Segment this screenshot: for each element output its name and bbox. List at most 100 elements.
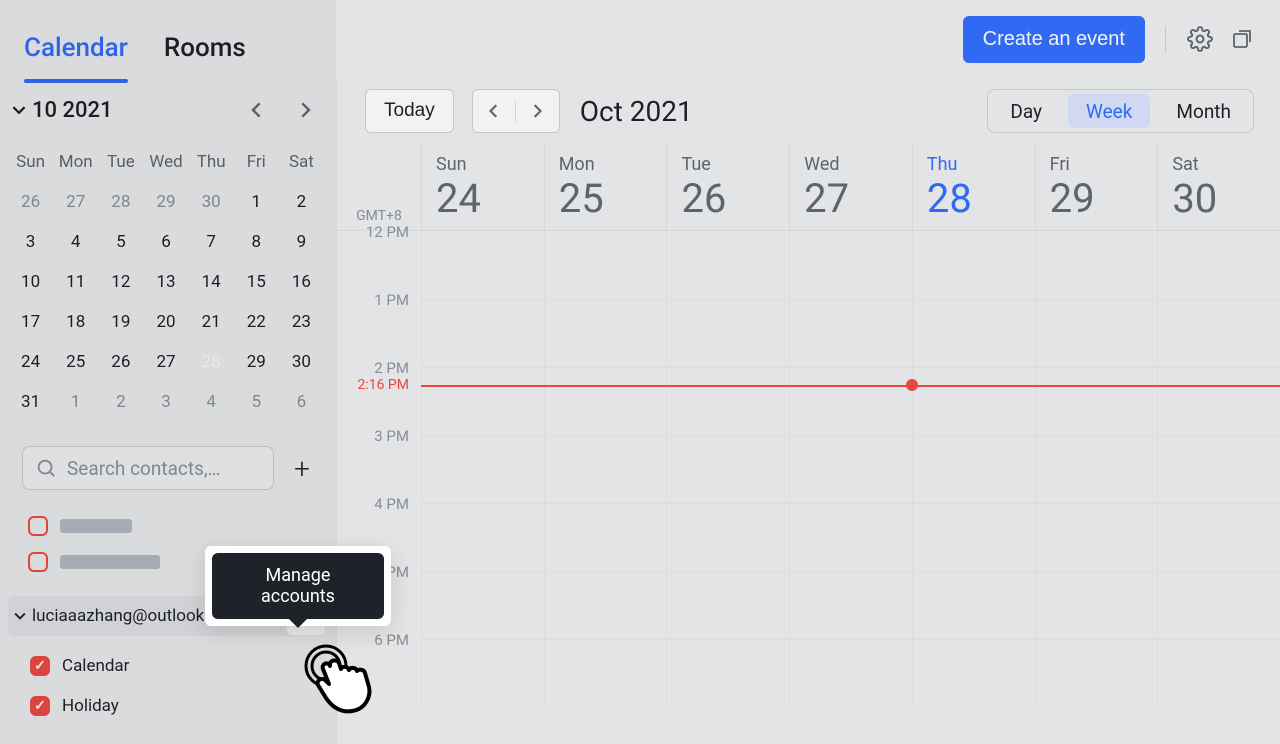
calendar-item[interactable] <box>28 508 314 544</box>
add-calendar-button[interactable]: + <box>288 454 316 482</box>
day-column-header[interactable]: Wed27 <box>789 144 912 230</box>
time-cell[interactable] <box>789 640 912 707</box>
time-cell[interactable] <box>421 368 544 435</box>
time-cell[interactable] <box>544 368 667 435</box>
subcalendar-item[interactable]: Calendar <box>30 646 324 686</box>
mini-day[interactable]: 24 <box>8 342 53 382</box>
mini-day[interactable]: 5 <box>234 382 279 422</box>
mini-day[interactable]: 2 <box>279 182 324 222</box>
time-cell[interactable] <box>1035 572 1158 639</box>
prev-week-button[interactable] <box>473 104 516 118</box>
mini-day[interactable]: 21 <box>189 302 234 342</box>
time-cell[interactable] <box>544 504 667 571</box>
time-cell[interactable] <box>1157 436 1280 503</box>
mini-day[interactable]: 25 <box>53 342 98 382</box>
time-cell[interactable] <box>544 300 667 367</box>
time-cell[interactable] <box>666 436 789 503</box>
time-cell[interactable] <box>544 231 667 299</box>
today-button[interactable]: Today <box>365 89 454 133</box>
day-column-header[interactable]: Sat30 <box>1157 144 1280 230</box>
time-cell[interactable] <box>1157 504 1280 571</box>
create-event-button[interactable]: Create an event <box>963 16 1145 63</box>
tab-calendar[interactable]: Calendar <box>24 15 128 63</box>
time-cell[interactable] <box>912 368 1035 435</box>
mini-day[interactable]: 23 <box>279 302 324 342</box>
time-cell[interactable] <box>912 572 1035 639</box>
mini-day[interactable]: 30 <box>279 342 324 382</box>
mini-day[interactable]: 26 <box>8 182 53 222</box>
day-column-header[interactable]: Fri29 <box>1035 144 1158 230</box>
mini-day[interactable]: 31 <box>8 382 53 422</box>
settings-icon[interactable] <box>1186 25 1214 53</box>
tab-rooms[interactable]: Rooms <box>164 15 246 63</box>
mini-day[interactable]: 8 <box>234 222 279 262</box>
time-cell[interactable] <box>1035 436 1158 503</box>
time-cell[interactable] <box>912 640 1035 707</box>
time-cell[interactable] <box>421 436 544 503</box>
mini-day[interactable]: 12 <box>98 262 143 302</box>
mini-day[interactable]: 7 <box>189 222 234 262</box>
time-cell[interactable] <box>544 436 667 503</box>
mini-day[interactable]: 22 <box>234 302 279 342</box>
view-week[interactable]: Week <box>1068 94 1150 128</box>
mini-day[interactable]: 27 <box>53 182 98 222</box>
mini-day[interactable]: 9 <box>279 222 324 262</box>
view-month[interactable]: Month <box>1154 90 1253 132</box>
mini-day[interactable]: 20 <box>143 302 188 342</box>
mini-day[interactable]: 5 <box>98 222 143 262</box>
mini-day[interactable]: 28 <box>189 342 234 382</box>
view-day[interactable]: Day <box>988 90 1064 132</box>
mini-day[interactable]: 14 <box>189 262 234 302</box>
mini-prev-month[interactable] <box>242 95 272 125</box>
popout-icon[interactable] <box>1228 25 1256 53</box>
day-column-header[interactable]: Sun24 <box>421 144 544 230</box>
time-cell[interactable] <box>1157 640 1280 707</box>
mini-day[interactable]: 18 <box>53 302 98 342</box>
time-cell[interactable] <box>789 368 912 435</box>
mini-day[interactable]: 30 <box>189 182 234 222</box>
time-cell[interactable] <box>1035 231 1158 299</box>
time-cell[interactable] <box>421 300 544 367</box>
mini-day[interactable]: 1 <box>234 182 279 222</box>
time-cell[interactable] <box>789 572 912 639</box>
mini-day[interactable]: 2 <box>98 382 143 422</box>
time-cell[interactable] <box>666 504 789 571</box>
time-cell[interactable] <box>1035 640 1158 707</box>
time-cell[interactable] <box>421 572 544 639</box>
time-cell[interactable] <box>666 572 789 639</box>
subcalendar-item[interactable]: Holiday <box>30 686 324 726</box>
time-cell[interactable] <box>912 300 1035 367</box>
time-cell[interactable] <box>544 572 667 639</box>
mini-day[interactable]: 29 <box>234 342 279 382</box>
time-cell[interactable] <box>666 300 789 367</box>
time-cell[interactable] <box>789 436 912 503</box>
time-cell[interactable] <box>421 231 544 299</box>
day-column-header[interactable]: Mon25 <box>544 144 667 230</box>
account-collapse-toggle[interactable] <box>10 605 30 627</box>
time-cell[interactable] <box>912 436 1035 503</box>
day-column-header[interactable]: Thu28 <box>912 144 1035 230</box>
time-cell[interactable] <box>1157 231 1280 299</box>
mini-next-month[interactable] <box>290 95 320 125</box>
mini-day[interactable]: 17 <box>8 302 53 342</box>
mini-day[interactable]: 19 <box>98 302 143 342</box>
time-cell[interactable] <box>666 640 789 707</box>
time-cell[interactable] <box>1157 300 1280 367</box>
mini-day[interactable]: 6 <box>143 222 188 262</box>
mini-day[interactable]: 1 <box>53 382 98 422</box>
mini-day[interactable]: 15 <box>234 262 279 302</box>
mini-day[interactable]: 4 <box>189 382 234 422</box>
time-cell[interactable] <box>912 504 1035 571</box>
time-cell[interactable] <box>1035 504 1158 571</box>
time-cell[interactable] <box>666 231 789 299</box>
time-cell[interactable] <box>789 231 912 299</box>
time-cell[interactable] <box>789 300 912 367</box>
time-cell[interactable] <box>421 640 544 707</box>
mini-day[interactable]: 26 <box>98 342 143 382</box>
mini-day[interactable]: 29 <box>143 182 188 222</box>
time-cell[interactable] <box>1035 300 1158 367</box>
mini-day[interactable]: 27 <box>143 342 188 382</box>
next-week-button[interactable] <box>516 104 559 118</box>
time-cell[interactable] <box>1035 368 1158 435</box>
time-cell[interactable] <box>544 640 667 707</box>
